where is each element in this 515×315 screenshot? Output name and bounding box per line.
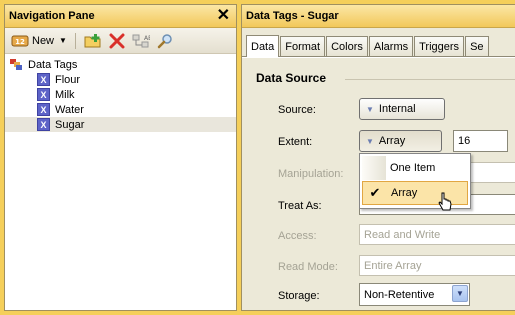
tree-item-water[interactable]: X Water bbox=[5, 102, 236, 117]
tag-icon: X bbox=[37, 88, 50, 101]
tag-properties-pane: Data Tags - Sugar Data Format Colors Ala… bbox=[241, 4, 515, 311]
extent-value: Array bbox=[378, 135, 406, 147]
chevron-down-icon: ▼ bbox=[366, 136, 374, 146]
tag-icon: X bbox=[37, 73, 50, 86]
navigation-pane-header: Navigation Pane ✕ bbox=[5, 5, 236, 28]
properties-header: Data Tags - Sugar bbox=[242, 5, 515, 28]
tag-icon: X bbox=[37, 103, 50, 116]
tag-icon: X bbox=[37, 118, 50, 131]
svg-text:12: 12 bbox=[15, 38, 25, 46]
tree-item-label: Milk bbox=[55, 88, 75, 101]
properties-title: Data Tags - Sugar bbox=[246, 10, 339, 22]
manipulation-label: Manipulation: bbox=[278, 168, 344, 180]
data-tags-icon bbox=[10, 59, 22, 70]
tree-root-label: Data Tags bbox=[28, 58, 78, 71]
tree-item-milk[interactable]: X Milk bbox=[5, 87, 236, 102]
access-label: Access: bbox=[278, 230, 317, 242]
storage-label: Storage: bbox=[278, 290, 320, 302]
menu-item-one-item[interactable]: One Item bbox=[362, 156, 468, 180]
tag-tree: Data Tags X Flour X Milk X Water X Sugar bbox=[5, 54, 236, 132]
storage-select[interactable]: Non-Retentive ▼ bbox=[359, 283, 470, 306]
source-dropdown[interactable]: ▼ Internal bbox=[359, 98, 445, 120]
chevron-down-icon: ▼ bbox=[366, 104, 374, 114]
tab-alarms[interactable]: Alarms bbox=[368, 36, 414, 56]
search-icon bbox=[157, 33, 172, 48]
source-label: Source: bbox=[278, 104, 316, 116]
menu-item-gutter bbox=[362, 156, 386, 180]
new-button-label: New bbox=[32, 34, 55, 47]
new-tag-icon: 12 bbox=[11, 35, 29, 46]
storage-value: Non-Retentive bbox=[364, 288, 435, 301]
tab-security[interactable]: Se bbox=[465, 36, 489, 56]
svg-text:AB: AB bbox=[144, 35, 150, 42]
toolbar-separator bbox=[74, 32, 76, 49]
new-button[interactable]: 12 New ▼ bbox=[9, 31, 69, 51]
tree-item-sugar[interactable]: X Sugar bbox=[5, 117, 236, 132]
tab-triggers[interactable]: Triggers bbox=[414, 36, 465, 56]
sort-button[interactable]: AB bbox=[130, 31, 152, 51]
tree-root-data-tags[interactable]: Data Tags bbox=[5, 57, 236, 72]
add-folder-button[interactable] bbox=[82, 31, 104, 51]
tab-colors[interactable]: Colors bbox=[326, 36, 368, 56]
navigation-pane-title: Navigation Pane bbox=[9, 10, 95, 22]
tab-data[interactable]: Data bbox=[246, 35, 280, 57]
tab-strip: Data Format Colors Alarms Triggers Se bbox=[242, 28, 515, 57]
tree-item-label: Sugar bbox=[55, 118, 85, 131]
navigation-toolbar: 12 New ▼ AB bbox=[5, 28, 236, 54]
extent-options-menu: One Item ✔ Array bbox=[359, 153, 471, 209]
section-divider bbox=[345, 79, 515, 80]
treat-as-label: Treat As: bbox=[278, 200, 322, 212]
tab-format[interactable]: Format bbox=[280, 36, 326, 56]
tree-item-label: Water bbox=[55, 103, 84, 116]
chevron-down-icon[interactable]: ▼ bbox=[452, 285, 468, 302]
mouse-cursor-icon bbox=[438, 192, 452, 211]
tag-sort-icon: AB bbox=[132, 34, 150, 47]
extent-label: Extent: bbox=[278, 136, 313, 148]
navigation-pane: Navigation Pane ✕ 12 New ▼ A Data Tags X… bbox=[4, 4, 237, 311]
access-select: Read and Write bbox=[359, 224, 515, 245]
read-mode-select: Entire Array bbox=[359, 255, 515, 276]
checkmark-icon: ✔ bbox=[369, 185, 381, 200]
chevron-down-icon[interactable]: ▼ bbox=[59, 36, 67, 45]
menu-item-label: One Item bbox=[390, 162, 436, 174]
delete-icon bbox=[109, 33, 125, 48]
add-folder-icon bbox=[84, 33, 101, 47]
tree-item-flour[interactable]: X Flour bbox=[5, 72, 236, 87]
source-value: Internal bbox=[378, 103, 416, 115]
data-tab-content: Data Source Source: ▼ Internal Extent: ▼… bbox=[242, 58, 515, 310]
extent-count-input[interactable]: 16 bbox=[453, 130, 508, 152]
section-title: Data Source bbox=[256, 71, 327, 85]
extent-dropdown[interactable]: ▼ Array bbox=[359, 130, 442, 152]
search-button[interactable] bbox=[155, 31, 175, 51]
tree-item-label: Flour bbox=[55, 73, 81, 86]
menu-item-label: Array bbox=[391, 187, 418, 199]
read-mode-label: Read Mode: bbox=[278, 261, 338, 273]
delete-button[interactable] bbox=[107, 31, 127, 51]
close-icon[interactable]: ✕ bbox=[217, 8, 230, 24]
